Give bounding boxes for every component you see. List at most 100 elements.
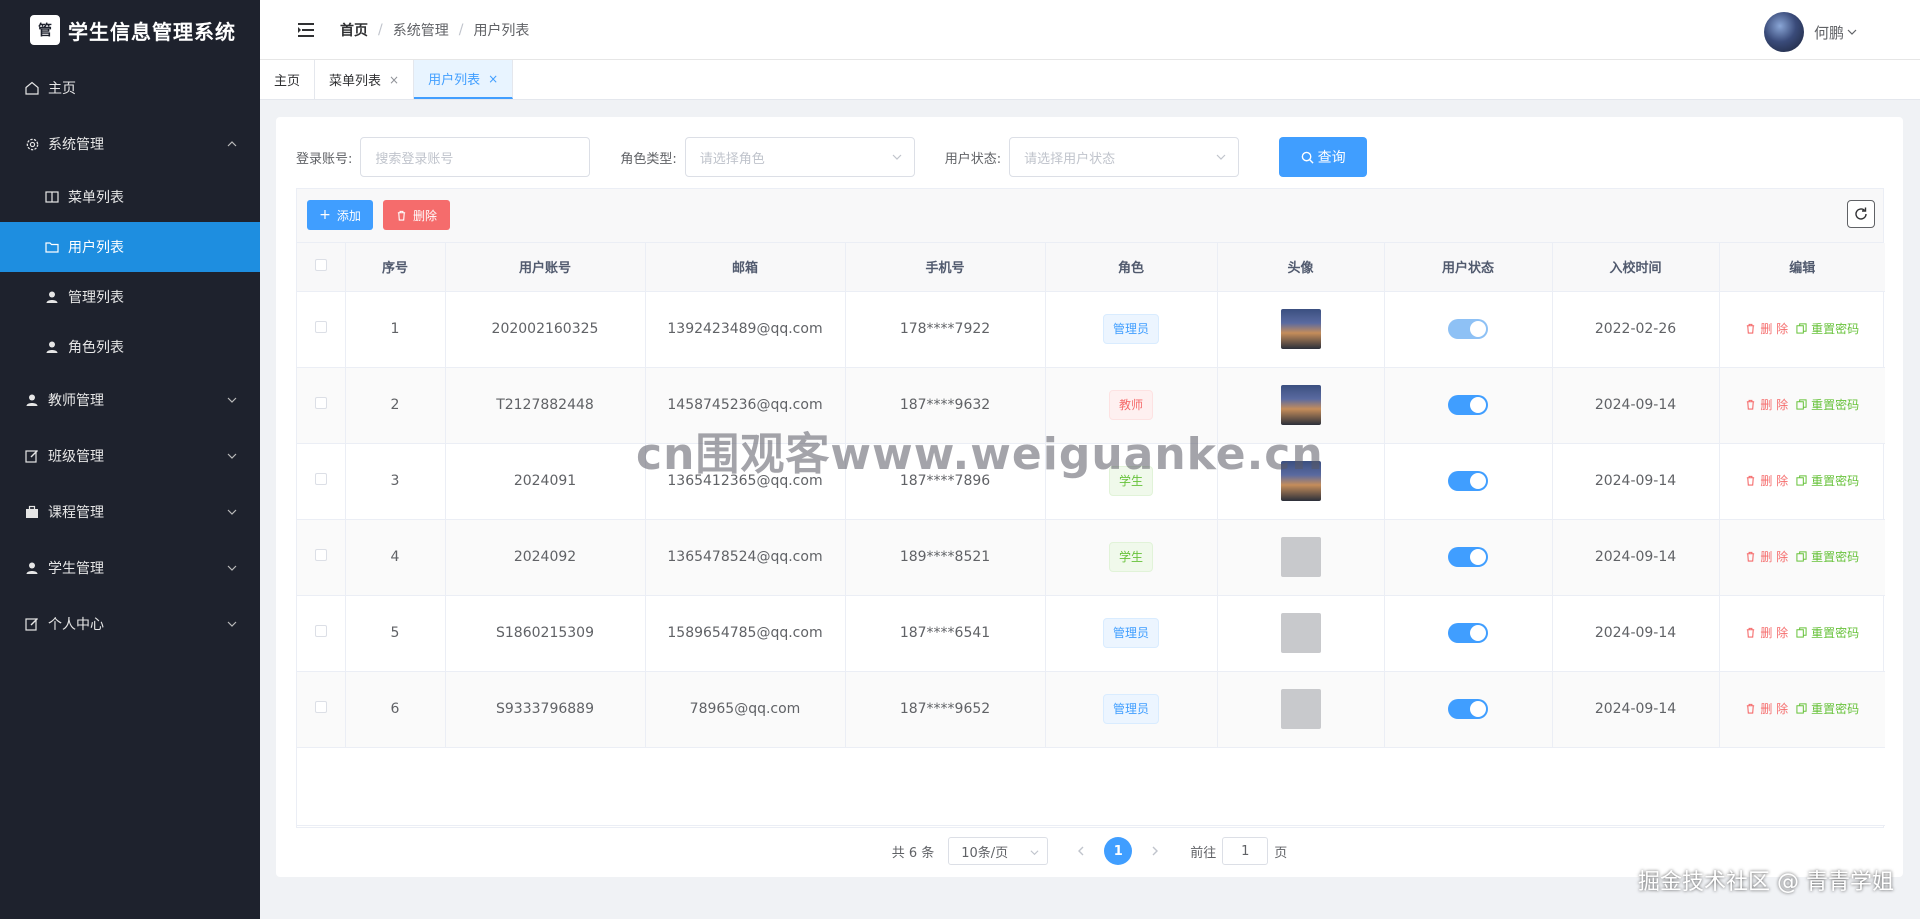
breadcrumb-home[interactable]: 首页 [340,20,368,40]
edit-icon [24,448,40,464]
date-cell: 2024-09-14 [1552,443,1720,520]
reset-password-button[interactable]: 重置密码 [1796,700,1859,717]
reset-password-button[interactable]: 重置密码 [1796,548,1859,565]
column-header: 头像 [1217,243,1385,292]
sidebar-item-teacher[interactable]: 教师管理 [0,372,260,428]
empty-cell [297,747,1885,826]
row-checkbox[interactable] [314,397,327,409]
select-cell [297,671,346,748]
row-checkbox[interactable] [314,625,327,637]
actions-cell: 删 除 重置密码 [1719,519,1885,596]
user-menu[interactable]: 何鹏 [1763,12,1858,52]
chevron-down-icon [1847,29,1857,35]
tab-home[interactable]: 主页 [260,60,316,99]
add-button[interactable]: + 添加 [307,200,373,230]
sidebar-item-label: 角色列表 [68,340,124,356]
avatar-thumbnail[interactable] [1280,613,1321,653]
breadcrumb-separator: / [458,21,464,38]
status-toggle[interactable] [1448,699,1488,719]
tags-bar: 主页 菜单列表 × 用户列表 × [260,60,1920,100]
sidebar-item-profile[interactable]: 个人中心 [0,596,260,652]
next-page-button[interactable] [1144,837,1166,865]
select-cell [297,291,346,368]
page-number-button[interactable]: 1 [1104,837,1133,865]
toggle-knob [1470,549,1486,565]
row-checkbox[interactable] [314,549,327,561]
breadcrumb-system: 系统管理 [392,22,449,39]
account-search-input[interactable]: 搜索登录账号 [360,137,591,177]
chevron-down-icon [227,565,237,571]
trash-icon [397,210,406,221]
sidebar-item-label: 学生管理 [48,561,104,577]
row-delete-button[interactable]: 删 除 [1745,472,1788,489]
user-name: 何鹏 [1813,23,1844,42]
prev-page-button[interactable] [1070,837,1092,865]
sidebar-item-student[interactable]: 学生管理 [0,540,260,596]
row-delete-label: 删 除 [1760,626,1789,640]
avatar-thumbnail[interactable] [1280,309,1321,349]
copy-icon [1796,475,1807,486]
refresh-button[interactable] [1847,200,1875,228]
tab-menu-list[interactable]: 菜单列表 × [315,60,415,99]
status-toggle[interactable] [1448,395,1488,415]
sidebar-item-home[interactable]: 主页 [0,60,260,116]
chevron-down-icon [892,154,902,160]
sidebar-item-user-list[interactable]: 用户列表 [0,222,260,272]
copy-icon [1796,323,1807,334]
sidebar-menu: 主页 系统管理 菜单列表 用户列表 管理列表 角色列表 教师管理 班级管理 课程… [0,60,260,652]
row-checkbox[interactable] [314,321,327,333]
sidebar: 管 学生信息管理系统 主页 系统管理 菜单列表 用户列表 管理列表 角色列表 教… [0,0,260,919]
sidebar-item-system[interactable]: 系统管理 [0,116,260,172]
delete-button[interactable]: 删除 [383,200,450,230]
role-tag: 管理员 [1102,618,1159,648]
reset-password-button[interactable]: 重置密码 [1796,320,1859,337]
actions-cell: 删 除 重置密码 [1719,443,1885,520]
tab-user-list[interactable]: 用户列表 × [414,60,514,99]
row-delete-button[interactable]: 删 除 [1745,320,1788,337]
reset-password-label: 重置密码 [1811,322,1860,336]
reset-password-button[interactable]: 重置密码 [1796,396,1859,413]
row-delete-button[interactable]: 删 除 [1745,700,1788,717]
sidebar-item-class[interactable]: 班级管理 [0,428,260,484]
page-size-select[interactable]: 10条/页 [948,837,1049,865]
row-checkbox[interactable] [314,701,327,713]
status-toggle[interactable] [1448,623,1488,643]
query-button[interactable]: 查询 [1279,137,1368,177]
toggle-knob [1470,397,1486,413]
avatar-thumbnail[interactable] [1280,537,1321,577]
user-icon [24,560,40,576]
row-delete-button[interactable]: 删 除 [1745,624,1788,641]
reset-password-label: 重置密码 [1811,398,1860,412]
sidebar-item-course[interactable]: 课程管理 [0,484,260,540]
sidebar-item-admin-list[interactable]: 管理列表 [0,272,260,322]
actions-cell: 删 除 重置密码 [1719,671,1885,748]
select-cell [297,519,346,596]
close-icon[interactable]: × [488,72,498,86]
role-tag: 管理员 [1102,314,1159,344]
reset-password-button[interactable]: 重置密码 [1796,624,1859,641]
status-select[interactable]: 请选择用户状态 [1009,137,1240,177]
sidebar-item-menu-list[interactable]: 菜单列表 [0,172,260,222]
reset-password-button[interactable]: 重置密码 [1796,472,1859,489]
select-all-checkbox[interactable] [314,258,327,271]
role-label: 角色类型: [620,151,677,167]
row-delete-button[interactable]: 删 除 [1745,396,1788,413]
close-icon[interactable]: × [389,73,399,87]
chevron-left-icon [1078,846,1084,856]
menu-toggle-icon[interactable] [298,22,316,38]
user-icon [24,392,40,408]
status-toggle[interactable] [1448,547,1488,567]
index-cell: 6 [345,671,446,748]
trash-icon [1747,323,1755,334]
status-toggle[interactable] [1448,319,1488,339]
table-row: 1 202002160325 1392423489@qq.com 178****792… [297,291,1885,368]
row-checkbox[interactable] [314,473,327,485]
query-button-label: 查询 [1317,150,1346,166]
avatar-thumbnail[interactable] [1280,689,1321,729]
status-toggle[interactable] [1448,471,1488,491]
role-select[interactable]: 请选择角色 [684,137,915,177]
sidebar-item-role-list[interactable]: 角色列表 [0,322,260,372]
row-delete-button[interactable]: 删 除 [1745,548,1788,565]
search-form: 登录账号: 搜索登录账号 角色类型: 请选择角色 用户状态: 请选择用户状态 查… [296,137,1368,177]
goto-page-input[interactable]: 1 [1222,837,1269,865]
